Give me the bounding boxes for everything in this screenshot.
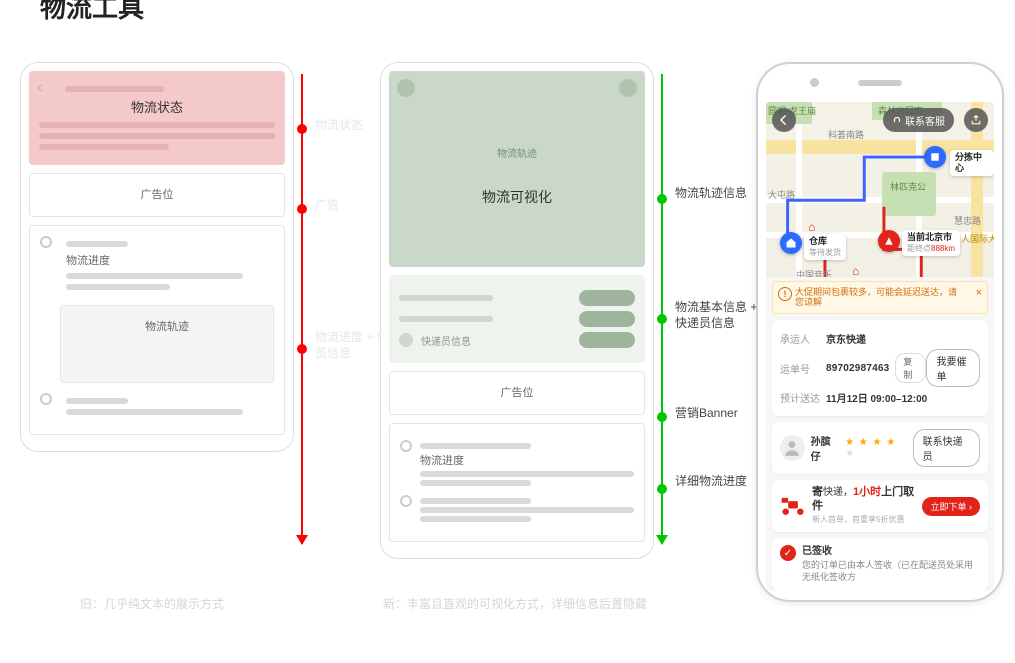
phone-mockup: 圆明-龙王庙 森林公园南 科荟南路 大屯路 慧忠路 林匹克公 名人国际大 中国音… — [756, 62, 1004, 602]
sort-center-chip: 分拣中心 — [950, 150, 994, 176]
order-now-button[interactable]: 立即下单 › — [922, 497, 980, 516]
pill-button[interactable] — [579, 332, 635, 348]
new-visual-card: 物流轨迹 物流可视化 — [389, 71, 645, 267]
old-wireframe: ‹ 物流状态 广告位 物流进度 物流轨迹 — [20, 62, 294, 452]
sort-center-pin[interactable] — [924, 146, 946, 168]
checkmark-icon — [40, 393, 52, 405]
promo-warning-bar: 大促期间包裹较多，可能会延迟送达，请您谅解 × — [772, 281, 988, 315]
checkmark-icon — [400, 495, 412, 507]
back-icon[interactable]: ‹ — [37, 79, 42, 97]
old-ad-card: 广告位 — [29, 173, 285, 217]
courier-name: 孙膑仔 — [811, 433, 839, 463]
checkmark-icon — [40, 236, 52, 248]
customer-service-button[interactable]: 联系客服 — [883, 108, 954, 132]
refresh-icon[interactable] — [619, 79, 637, 97]
back-icon[interactable] — [772, 108, 796, 132]
old-caption: 旧：几乎纯文本的展示方式 — [12, 595, 292, 613]
courier-card: 孙膑仔 ★ ★ ★ ★ ★ 联系快递员 — [772, 422, 988, 474]
map-view[interactable]: 圆明-龙王庙 森林公园南 科荟南路 大屯路 慧忠路 林匹克公 名人国际大 中国音… — [766, 102, 994, 277]
current-chip: 当前北京市 距终点888km — [902, 230, 960, 256]
pill-button[interactable] — [579, 290, 635, 306]
warehouse-pin[interactable] — [780, 232, 802, 254]
copy-button[interactable]: 复制 — [895, 353, 926, 383]
warehouse-chip: 仓库 等待发货 — [804, 234, 846, 260]
rating-stars: ★ ★ ★ ★ ★ — [845, 437, 907, 459]
new-wireframe: 物流轨迹 物流可视化 快递员信息 广告位 物流进度 — [380, 62, 654, 559]
old-header-card: ‹ 物流状态 — [29, 71, 285, 165]
close-icon[interactable]: × — [976, 287, 982, 300]
checkmark-icon — [400, 440, 412, 452]
courier-avatar — [780, 435, 805, 461]
contact-courier-button[interactable]: 联系快递员 — [913, 429, 980, 467]
old-header-label: 物流状态 — [39, 97, 275, 116]
promo-banner[interactable]: 寄快递，1小时上门取件 新人首单，首重享5折优惠 立即下单 › — [772, 480, 988, 532]
old-progress-card: 物流进度 物流轨迹 — [29, 225, 285, 435]
urge-button[interactable]: 我要催单 — [926, 349, 980, 387]
rider-icon — [780, 495, 806, 517]
pill-button[interactable] — [579, 311, 635, 327]
red-arrow: 物流状态 广告 物流进度 + 快递员信息 — [301, 74, 303, 544]
green-arrow: 物流轨迹信息 物流基本信息 + 快递员信息 营销Banner 详细物流进度 — [661, 74, 663, 544]
check-icon: ✓ — [780, 545, 796, 561]
share-icon[interactable] — [964, 108, 988, 132]
new-caption: 新：丰富且直观的可视化方式，详细信息后置隐藏 — [375, 595, 655, 613]
signed-card: ✓ 已签收 您的订单已由本人签收（已在配送员处采用无纸化签收方 — [772, 538, 988, 590]
avatar-icon — [399, 333, 413, 347]
home-icon: ⌂ — [808, 220, 815, 234]
shipment-info-card: 承运人 京东快递 运单号 89702987463 复制 我要催单 预计送达 11… — [772, 320, 988, 416]
back-icon[interactable] — [397, 79, 415, 97]
new-ad-card: 广告位 — [389, 371, 645, 415]
new-info-card: 快递员信息 — [389, 275, 645, 363]
current-pin[interactable] — [878, 230, 900, 252]
home-icon: ⌂ — [852, 264, 859, 277]
page-title: 物流工具 — [40, 0, 144, 25]
new-progress-card: 物流进度 — [389, 423, 645, 542]
